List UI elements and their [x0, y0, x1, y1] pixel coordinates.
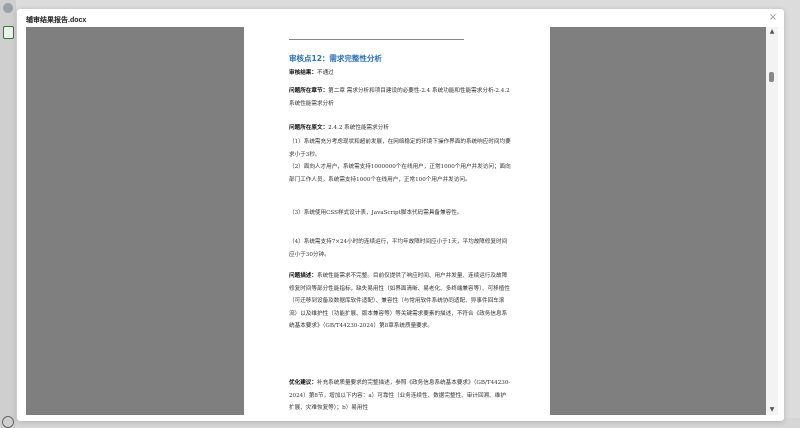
scroll-down-icon[interactable]: ▼: [766, 405, 778, 415]
scroll-up-icon[interactable]: ▲: [766, 27, 778, 37]
requirement-item-4: （4）系统需支持7×24小时的连续运行，平均年故障时间应小于1天，平均故障修复时…: [289, 239, 508, 258]
document-viewer[interactable]: 审核点12：需求完整性分析 审核结果：不通过 问题所在章节：第二章 需求分析和项…: [26, 27, 772, 415]
document-page: 审核点12：需求完整性分析 审核结果：不通过 问题所在章节：第二章 需求分析和项…: [244, 27, 550, 415]
requirement-item-3: （3）系统使用CSS样式设计表，JavaScript脚本代码需具备兼容性。: [289, 210, 463, 216]
problem-original-value: 2.4.2 系统性能需求分析: [328, 125, 389, 131]
requirement-item-1: （1）系统需充分考虑现状和超前发展，在网络稳定的环境下操作界面的系统响应时间均要…: [289, 139, 511, 158]
scroll-thumb[interactable]: [769, 72, 774, 82]
audit-point-heading: 审核点12：需求完整性分析: [289, 54, 382, 63]
audit-result-label: 审核结果：: [289, 70, 317, 76]
problem-original-text: 问题所在原文：2.4.2 系统性能需求分析: [289, 122, 511, 135]
problem-original-label: 问题所在原文：: [289, 125, 329, 131]
problem-description-value: 系统性能需求不完整。目前仅提供了响应时间、用户并发量、连续运行及故障修复时间等部…: [289, 273, 510, 330]
document-preview-dialog: 辅审结果报告.docx × 审核点12：需求完整性分析 审核结果：不通过 问题所…: [17, 9, 784, 421]
user-icon[interactable]: [2, 416, 14, 428]
document-icon[interactable]: [3, 26, 14, 39]
avatar[interactable]: [3, 3, 13, 13]
problem-location-label: 问题所在章节：: [289, 88, 329, 94]
page-divider: [289, 39, 464, 40]
close-icon[interactable]: ×: [768, 13, 778, 23]
dialog-title: 辅审结果报告.docx: [26, 17, 87, 24]
optimization-suggestion: 优化建议：补充系统质量要求的完整描述，参照《政务信息系统基本要求》（GB/T44…: [289, 377, 511, 415]
background-sidebar: [0, 0, 16, 428]
optimization-suggestion-value: 补充系统质量要求的完整描述，参照《政务信息系统基本要求》（GB/T44230-2…: [289, 380, 511, 412]
audit-result-value: 不通过: [316, 70, 334, 76]
vertical-scrollbar[interactable]: ▲ ▼: [766, 27, 778, 415]
problem-location: 问题所在章节：第二章 需求分析和项目建设的必要性-2.4 系统功能和性能需求分析…: [289, 85, 511, 110]
requirement-item-2: （2）面向人才用户，系统需支持1000000个在线用户，正常1000个用户并发访…: [289, 164, 511, 183]
problem-description: 问题描述：系统性能需求不完整。目前仅提供了响应时间、用户并发量、连续运行及故障修…: [289, 270, 511, 333]
audit-result: 审核结果：不通过: [289, 67, 511, 80]
problem-description-label: 问题描述：: [289, 273, 317, 279]
optimization-suggestion-label: 优化建议：: [289, 380, 317, 386]
